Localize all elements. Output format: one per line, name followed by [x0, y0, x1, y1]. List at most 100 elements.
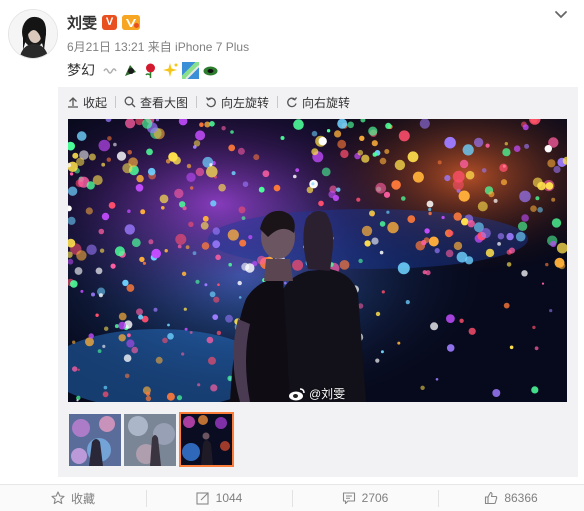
photo-flower-dot: [550, 240, 557, 248]
rose-icon: [142, 62, 159, 79]
main-photo[interactable]: [68, 119, 567, 402]
rotate-left-button[interactable]: 向左旋转: [205, 94, 269, 111]
post-meta: 6月21日 13:21 来自 iPhone 7 Plus: [67, 40, 250, 54]
photo-flower-dot: [386, 210, 390, 214]
photo-flower-dot: [72, 340, 76, 344]
photo-flower-dot: [423, 237, 430, 243]
photo-flower-dot: [186, 163, 192, 169]
photo-flower-dot: [210, 384, 218, 392]
rotate-right-button[interactable]: 向右旋转: [286, 94, 350, 111]
avatar[interactable]: [8, 9, 58, 59]
photo-flower-dot: [311, 148, 319, 156]
photo-flower-dot: [77, 368, 80, 371]
photo-flower-dot: [361, 225, 373, 237]
photo-flower-dot: [448, 230, 454, 236]
photo-flower-dot: [135, 184, 144, 192]
photo-flower-dot: [192, 251, 197, 256]
collapse-button[interactable]: 收起: [67, 94, 107, 111]
toolbar-divider: [115, 96, 117, 108]
photo-flower-dot: [206, 165, 218, 178]
chevron-down-icon[interactable]: [553, 7, 569, 23]
collapse-icon: [68, 97, 78, 108]
photo-flower-dot: [509, 345, 514, 350]
photo-flower-dot: [181, 271, 187, 276]
photo-flower-dot: [242, 181, 249, 187]
photo-flower-dot: [262, 170, 270, 178]
photo-flower-dot: [334, 130, 342, 138]
photo-flower-dot: [340, 149, 349, 159]
photo-flower-dot: [212, 240, 221, 249]
thumbnail-2[interactable]: [124, 414, 176, 466]
photo-flower-dot: [238, 206, 246, 214]
photo-flower-dot: [200, 221, 209, 230]
photo-flower-dot: [257, 255, 266, 265]
photo-flower-dot: [339, 260, 350, 270]
photo-flower-dot: [126, 284, 135, 292]
photo-flower-dot: [147, 167, 156, 176]
photo-flower-dot: [70, 280, 78, 288]
photo-flower-dot: [375, 358, 380, 363]
photo-watermark: @刘雯: [288, 385, 345, 402]
photo-flower-dot: [107, 136, 112, 141]
photo-flower-dot: [412, 171, 424, 183]
thumbnail-1[interactable]: [69, 414, 121, 466]
photo-flower-dot: [98, 293, 103, 298]
photo-flower-dot: [499, 163, 508, 172]
favorite-button[interactable]: 收藏: [0, 485, 146, 511]
photo-flower-dot: [371, 237, 379, 245]
thumbnail-3-selected[interactable]: [179, 412, 234, 467]
view-large-label: 查看大图: [140, 95, 189, 110]
photo-flower-dot: [532, 325, 536, 330]
photo-flower-dot: [553, 165, 561, 174]
photo-flower-dot: [444, 175, 451, 182]
photo-flower-dot: [227, 229, 239, 241]
photo-flower-dot: [195, 167, 205, 177]
photo-flower-dot: [209, 121, 215, 127]
thumbs-up-icon: [485, 491, 498, 505]
photo-flower-dot: [258, 186, 265, 193]
photo-flower-dot: [165, 159, 171, 164]
photo-flower-dot: [293, 174, 297, 179]
photo-flower-dot: [492, 389, 501, 397]
photo-flower-dot: [98, 228, 105, 235]
photo-flower-dot: [86, 181, 95, 190]
photo-flower-dot: [326, 129, 331, 133]
photo-flower-dot: [91, 292, 95, 297]
photo-flower-dot: [379, 157, 387, 165]
photo-flower-dot: [201, 242, 210, 250]
photo-flower-dot: [253, 154, 260, 161]
photo-flower-dot: [237, 147, 245, 155]
weibo-logo-icon: [289, 387, 305, 400]
view-large-button[interactable]: 查看大图: [124, 94, 188, 111]
comment-button[interactable]: 2706: [292, 485, 438, 511]
photo-flower-dot: [273, 184, 281, 192]
photo-flower-dot: [221, 126, 226, 131]
photo-flower-dot: [114, 324, 119, 329]
photo-flower-dot: [68, 186, 78, 196]
photo-flower-dot: [336, 187, 341, 192]
photo-flower-dot: [148, 239, 154, 245]
photo-flower-dot: [530, 205, 537, 212]
photo-flower-dot: [551, 218, 562, 228]
rotate-left-label: 向左旋转: [221, 95, 270, 110]
repost-count: 1044: [215, 491, 243, 505]
photo-flower-dot: [114, 246, 125, 257]
photo-flower-dot: [245, 263, 255, 273]
photo-flower-dot: [318, 137, 327, 146]
photo-flower-dot: [506, 232, 514, 241]
user-name[interactable]: 刘雯: [67, 12, 97, 33]
photo-flower-dot: [426, 200, 434, 208]
repost-button[interactable]: 1044: [146, 485, 292, 511]
photo-flower-dot: [136, 174, 144, 183]
photo-flower-dot: [437, 160, 442, 165]
photo-flower-dot: [99, 248, 105, 253]
photo-flower-dot: [504, 142, 508, 146]
like-button[interactable]: 86366: [438, 485, 584, 511]
photo-flower-dot: [480, 228, 491, 239]
repost-icon: [196, 492, 209, 505]
photo-flower-dot: [97, 349, 102, 353]
sparkles-icon: [162, 62, 179, 79]
photo-flower-dot: [383, 191, 391, 198]
photo-flower-dot: [88, 333, 94, 339]
photo-flower-dot: [213, 296, 220, 303]
